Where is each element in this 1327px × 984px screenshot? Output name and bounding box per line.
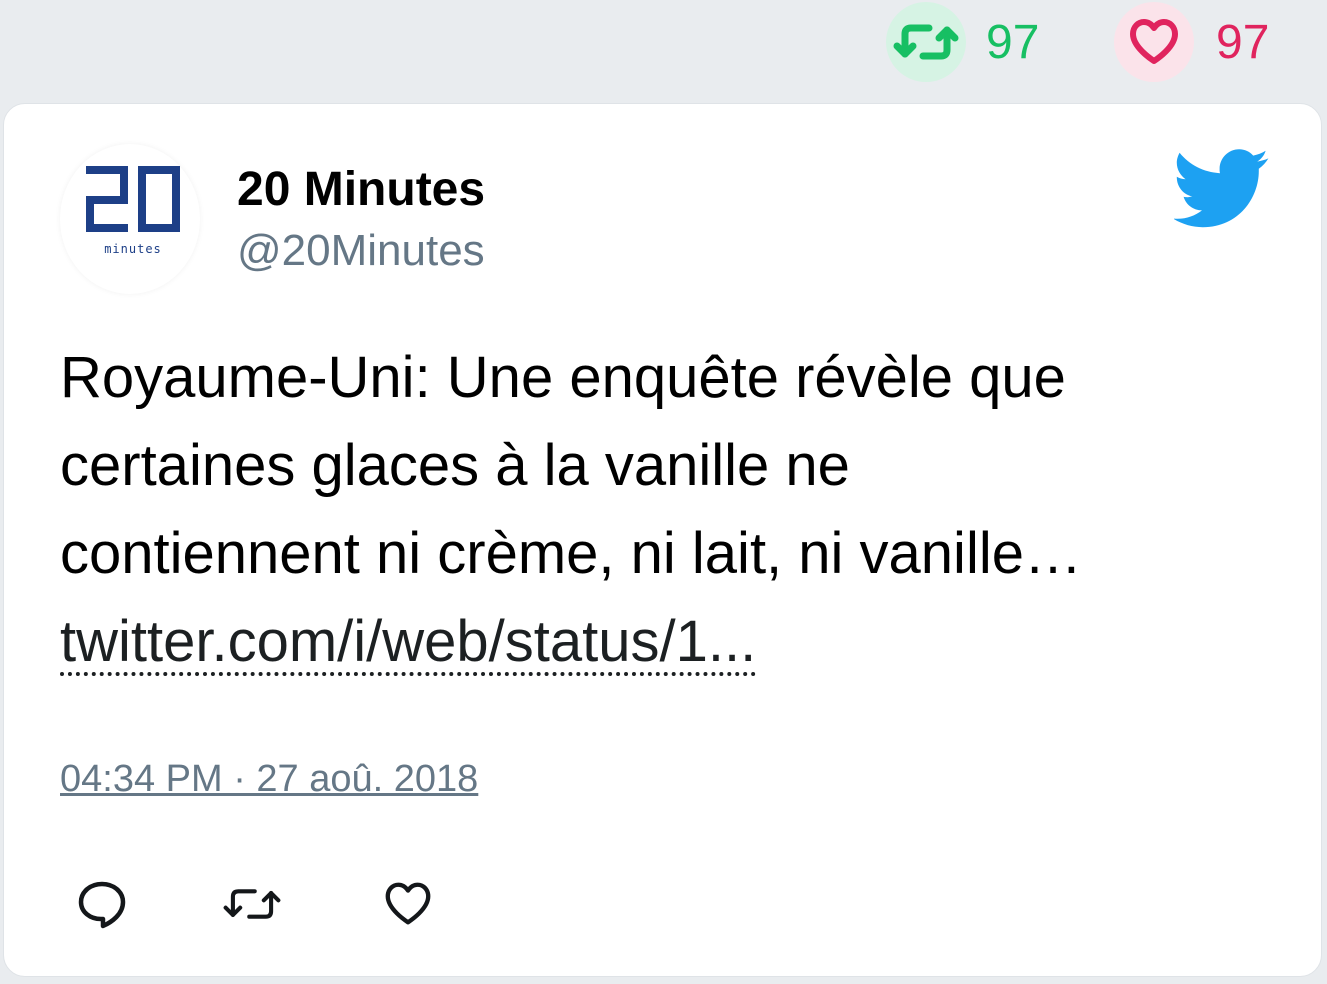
like-button[interactable]: [378, 874, 438, 934]
like-stat[interactable]: 97: [1114, 0, 1269, 84]
author-name[interactable]: 20 Minutes: [237, 162, 485, 217]
twitter-bird-icon[interactable]: [1174, 148, 1270, 228]
author-avatar[interactable]: minutes: [60, 144, 200, 294]
tweet-text-line: Royaume-Uni: Une enquête révèle que: [60, 345, 1066, 410]
tweet-text: Royaume-Uni: Une enquête révèle que cert…: [60, 334, 1280, 686]
20-minutes-logo: minutes: [82, 166, 184, 256]
retweet-icon: [893, 24, 959, 60]
like-stat-badge: [1114, 2, 1194, 82]
svg-text:minutes: minutes: [104, 242, 162, 256]
tweet-text-line: certaines glaces à la vanille ne: [60, 433, 850, 498]
retweet-count: 97: [986, 15, 1040, 69]
retweet-stat[interactable]: 97: [886, 0, 1039, 84]
reply-icon: [78, 881, 126, 929]
heart-icon: [385, 882, 431, 925]
reply-button[interactable]: [72, 874, 132, 934]
engagement-stats: 97 97: [0, 0, 1327, 84]
tweet-text-line: contiennent ni crème, ni lait, ni vanill…: [60, 521, 1082, 586]
retweet-button[interactable]: [222, 874, 282, 934]
tweet-actions: [60, 874, 560, 934]
retweet-stat-badge: [886, 2, 966, 82]
tweet-timestamp[interactable]: 04:34 PM · 27 aoû. 2018: [60, 758, 478, 801]
like-count: 97: [1216, 15, 1270, 69]
tweet-link[interactable]: twitter.com/i/web/status/1...: [60, 612, 757, 676]
heart-icon: [1130, 19, 1178, 64]
author-handle[interactable]: @20Minutes: [237, 226, 485, 276]
retweet-icon: [223, 889, 281, 919]
tweet-card: minutes 20 Minutes @20Minutes Royaume-Un…: [3, 103, 1322, 977]
